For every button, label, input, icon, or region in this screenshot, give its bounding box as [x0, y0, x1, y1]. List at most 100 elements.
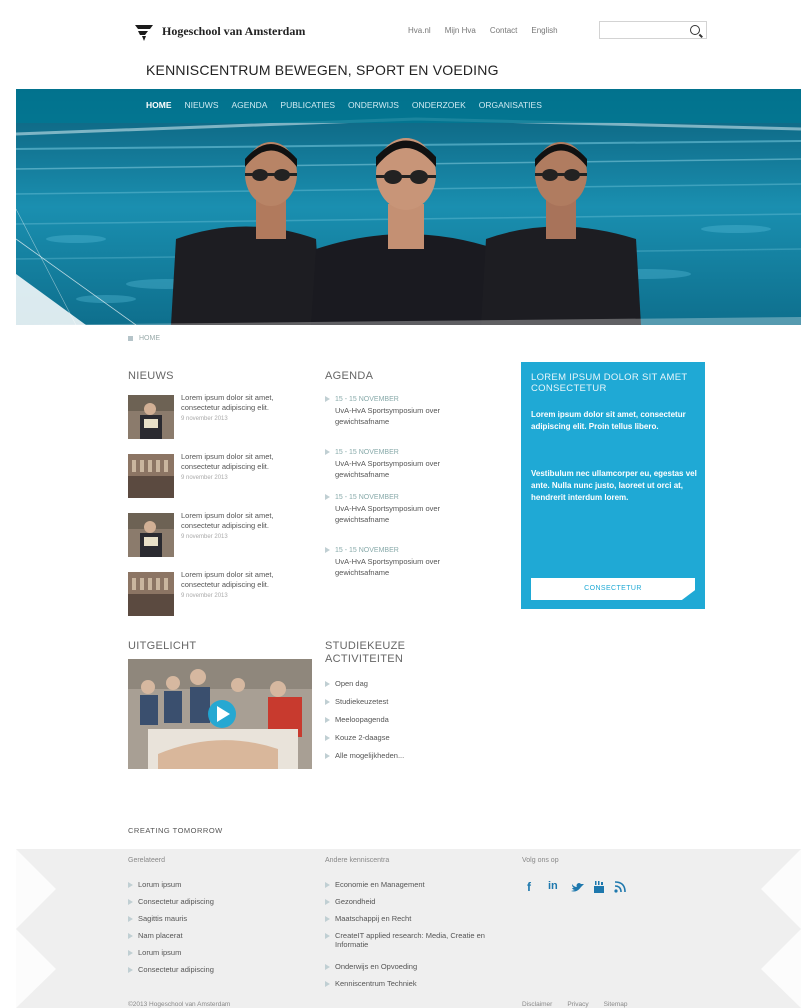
breadcrumb-home[interactable]: HOME — [139, 335, 160, 342]
news-item[interactable]: Lorem ipsum dolor sit amet, consectetur … — [181, 393, 279, 424]
news-item[interactable]: Lorem ipsum dolor sit amet, consectetur … — [181, 452, 279, 483]
footer-bottom-links: Disclaimer Privacy Sitemap — [522, 1001, 628, 1008]
logo-text[interactable]: Hogeschool van Amsterdam — [162, 24, 305, 39]
news-thumbnail[interactable] — [128, 395, 174, 439]
nav-onderzoek[interactable]: ONDERZOEK — [412, 100, 466, 110]
agenda-item-text: UvA-HvA Sportsymposium over gewichtsafna… — [335, 406, 441, 426]
arrow-right-icon — [325, 882, 330, 889]
studiekeuze-item-label: Meeloopagenda — [335, 715, 389, 724]
arrow-right-icon — [325, 547, 330, 554]
arrow-right-icon — [325, 396, 330, 403]
footer-link[interactable]: Lorum ipsum — [128, 880, 298, 889]
top-link-mijn-hva[interactable]: Mijn Hva — [445, 26, 476, 35]
footer-link-sitemap[interactable]: Sitemap — [604, 1001, 628, 1008]
studiekeuze-item-label: Studiekeuzetest — [335, 697, 389, 706]
linkedin-icon[interactable]: in — [548, 880, 558, 892]
studiekeuze-item-label: Kouze 2-daagse — [335, 733, 390, 742]
rss-icon[interactable] — [614, 881, 626, 893]
agenda-item[interactable]: 15 - 15 NOVEMBER UvA-HvA Sportsymposium … — [325, 446, 495, 480]
footer-link[interactable]: Onderwijs en Opvoeding — [325, 962, 495, 971]
news-thumbnail[interactable] — [128, 513, 174, 557]
footer-link[interactable]: CreateIT applied research: Media, Creati… — [325, 931, 495, 949]
footer-col1-title: Gerelateerd — [128, 857, 165, 864]
footer-link[interactable]: Economie en Management — [325, 880, 495, 889]
search-input[interactable] — [600, 24, 694, 41]
nav-organisaties[interactable]: ORGANISATIES — [479, 100, 542, 110]
hero-image — [16, 89, 801, 325]
news-item-date: 9 november 2013 — [181, 416, 228, 422]
agenda-heading: AGENDA — [325, 370, 374, 382]
footer-link[interactable]: Kenniscentrum Techniek — [325, 979, 495, 988]
footer-link[interactable]: Sagittis mauris — [128, 914, 298, 923]
top-link-contact[interactable]: Contact — [490, 26, 518, 35]
agenda-item[interactable]: 15 - 15 NOVEMBER UvA-HvA Sportsymposium … — [325, 544, 495, 578]
arrow-right-icon — [325, 899, 330, 906]
main-nav: HOME NIEUWS AGENDA PUBLICATIES ONDERWIJS… — [146, 100, 542, 110]
studiekeuze-item[interactable]: Open dag — [325, 679, 368, 688]
studiekeuze-item[interactable]: Meeloopagenda — [325, 715, 389, 724]
featured-video[interactable] — [128, 659, 312, 769]
agenda-item[interactable]: 15 - 15 NOVEMBER UvA-HvA Sportsymposium … — [325, 491, 495, 525]
top-link-hva[interactable]: Hva.nl — [408, 26, 431, 35]
studiekeuze-title-line1: STUDIEKEUZE — [325, 640, 406, 652]
nav-onderwijs[interactable]: ONDERWIJS — [348, 100, 399, 110]
footer-link-label: Nam placerat — [138, 931, 183, 940]
news-item[interactable]: Lorem ipsum dolor sit amet, consectetur … — [181, 511, 279, 542]
studiekeuze-title-line2: ACTIVITEITEN — [325, 653, 404, 665]
footer-link[interactable]: Maatschappij en Recht — [325, 914, 495, 923]
home-icon[interactable] — [128, 335, 133, 341]
nav-agenda[interactable]: AGENDA — [232, 100, 268, 110]
promo-title: LOREM IPSUM DOLOR SIT AMET CONSECTETUR — [531, 372, 688, 394]
arrow-right-icon — [325, 964, 330, 971]
agenda-item[interactable]: 15 - 15 NOVEMBER UvA-HvA Sportsymposium … — [325, 393, 495, 427]
breadcrumb: HOME — [128, 335, 160, 342]
studiekeuze-item[interactable]: Kouze 2-daagse — [325, 733, 390, 742]
news-item-date: 9 november 2013 — [181, 475, 228, 481]
footer-link-label: Economie en Management — [335, 880, 425, 889]
news-item-text: Lorem ipsum dolor sit amet, consectetur … — [181, 393, 274, 412]
news-heading: NIEUWS — [128, 370, 174, 382]
nav-publicaties[interactable]: PUBLICATIES — [280, 100, 335, 110]
footer-col3-title: Volg ons op — [522, 857, 559, 864]
twitter-icon[interactable] — [571, 882, 584, 893]
footer-link-label: Kenniscentrum Techniek — [335, 979, 417, 988]
facebook-icon[interactable]: f — [527, 880, 531, 894]
studiekeuze-item[interactable]: Studiekeuzetest — [325, 697, 388, 706]
footer-link[interactable]: Consectetur adipiscing — [128, 965, 298, 974]
promo-paragraph: Vestibulum nec ullamcorper eu, egestas v… — [531, 469, 697, 502]
agenda-item-date: 15 - 15 NOVEMBER — [335, 449, 399, 456]
news-item[interactable]: Lorem ipsum dolor sit amet, consectetur … — [181, 570, 279, 601]
footer-link-privacy[interactable]: Privacy — [567, 1001, 588, 1008]
hva-logo-icon[interactable] — [133, 22, 155, 42]
footer-link-label: Consectetur adipiscing — [138, 897, 214, 906]
footer-link[interactable]: Gezondheid — [325, 897, 495, 906]
footer-col2-title: Andere kenniscentra — [325, 857, 390, 864]
youtube-icon[interactable] — [593, 880, 605, 893]
pool-swimmers-image — [16, 89, 801, 325]
footer-link[interactable]: Lorum ipsum — [128, 948, 298, 957]
arrow-right-icon — [128, 933, 133, 940]
promo-button[interactable]: CONSECTETUR — [531, 578, 695, 600]
footer-link-label: Sagittis mauris — [138, 914, 188, 923]
arrow-right-icon — [325, 449, 330, 456]
footer-link[interactable]: Nam placerat — [128, 931, 298, 940]
agenda-item-date: 15 - 15 NOVEMBER — [335, 547, 399, 554]
studiekeuze-item-label: Open dag — [335, 679, 368, 688]
arrow-right-icon — [128, 899, 133, 906]
news-item-text: Lorem ipsum dolor sit amet, consectetur … — [181, 570, 274, 589]
arrow-right-icon — [325, 699, 330, 706]
search-box — [599, 21, 707, 41]
search-icon[interactable] — [690, 25, 700, 35]
top-links: Hva.nl Mijn Hva Contact English — [408, 26, 558, 35]
news-thumbnail[interactable] — [128, 454, 174, 498]
nav-nieuws[interactable]: NIEUWS — [185, 100, 219, 110]
news-thumbnail[interactable] — [128, 572, 174, 616]
footer-link-disclaimer[interactable]: Disclaimer — [522, 1001, 552, 1008]
footer-link[interactable]: Consectetur adipiscing — [128, 897, 298, 906]
nav-home[interactable]: HOME — [146, 100, 172, 110]
top-link-english[interactable]: English — [531, 26, 557, 35]
studiekeuze-item[interactable]: Alle mogelijkheden... — [325, 751, 404, 760]
footer-link-label: CreateIT applied research: Media, Creati… — [335, 931, 485, 949]
arrow-right-icon — [325, 681, 330, 688]
agenda-item-text: UvA-HvA Sportsymposium over gewichtsafna… — [335, 557, 441, 577]
